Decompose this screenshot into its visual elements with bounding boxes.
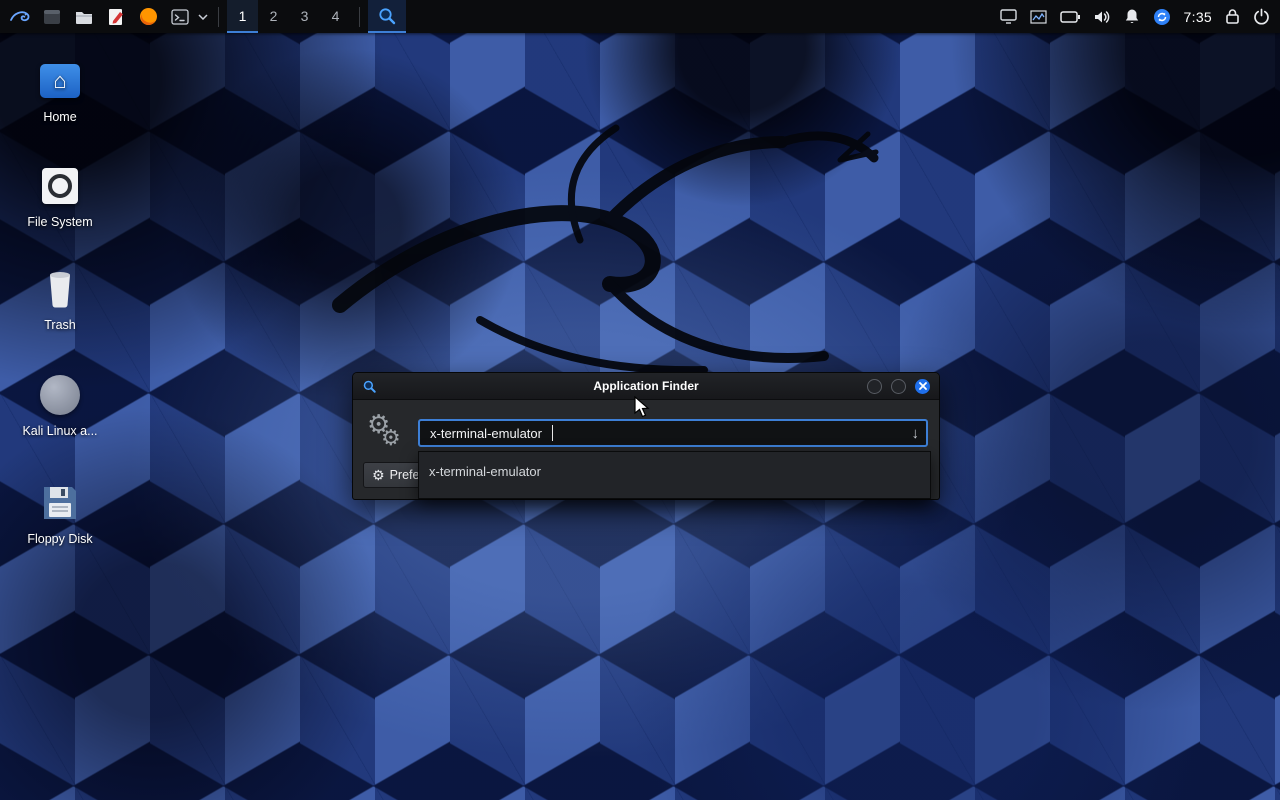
maximize-button[interactable]	[891, 379, 906, 394]
workspace-button-2[interactable]: 2	[258, 0, 289, 33]
lock-screen-icon[interactable]	[1225, 8, 1240, 25]
panel-divider	[218, 7, 219, 27]
desktop-icon-label: Kali Linux a...	[5, 424, 115, 438]
terminal-icon	[170, 7, 190, 27]
application-gears-icon: ⚙⚙	[365, 413, 413, 459]
text-editor-icon	[106, 7, 126, 27]
terminal-dropdown-caret[interactable]	[196, 0, 210, 33]
file-system-icon	[5, 163, 115, 209]
trash-icon	[5, 266, 115, 312]
notifications-bell-icon[interactable]	[1124, 8, 1140, 25]
floppy-disk-icon	[5, 480, 115, 526]
taskbar-application-finder[interactable]	[368, 0, 406, 33]
firefox-icon	[138, 6, 159, 27]
search-input[interactable]: x-terminal-emulator ↓	[418, 419, 928, 447]
workspace-label: 3	[301, 8, 309, 24]
window-icon	[42, 7, 62, 27]
kali-disc-icon	[5, 372, 115, 418]
volume-icon[interactable]	[1093, 9, 1111, 25]
desktop-icon-kali-linux[interactable]: Kali Linux a...	[5, 372, 115, 438]
desktop-icon-floppy-disk[interactable]: Floppy Disk	[5, 480, 115, 546]
panel-clock[interactable]: 7:35	[1184, 9, 1212, 25]
minimize-button[interactable]	[867, 379, 882, 394]
display-tray-icon[interactable]	[1000, 9, 1017, 24]
desktop-icon-label: Home	[5, 110, 115, 124]
kali-dragon-icon	[8, 5, 32, 29]
workspace-button-4[interactable]: 4	[320, 0, 351, 33]
search-input-value: x-terminal-emulator	[430, 426, 542, 441]
chevron-down-icon	[198, 14, 208, 20]
workspace-label: 1	[239, 8, 247, 24]
close-button[interactable]	[915, 379, 930, 394]
home-icon: ⌂	[5, 58, 115, 104]
window-title: Application Finder	[353, 379, 939, 393]
desktop-icon-trash[interactable]: Trash	[5, 266, 115, 332]
panel-left: 1 2 3 4	[0, 0, 406, 33]
titlebar[interactable]: Application Finder	[353, 373, 939, 400]
entry-dropdown-arrow[interactable]: ↓	[912, 423, 920, 445]
text-editor-launcher[interactable]	[100, 0, 132, 33]
folder-icon	[74, 7, 94, 27]
desktop-icon-file-system[interactable]: File System	[5, 163, 115, 229]
completion-popup: x-terminal-emulator	[418, 451, 931, 499]
desktop-icon-label: File System	[5, 215, 115, 229]
firefox-launcher[interactable]	[132, 0, 164, 33]
system-tray: 7:35	[1000, 0, 1280, 33]
desktop-icon-label: Trash	[5, 318, 115, 332]
terminal-launcher[interactable]	[164, 0, 196, 33]
keyboard-battery-icon[interactable]	[1060, 11, 1080, 23]
desktop-icon-label: Floppy Disk	[5, 532, 115, 546]
gear-icon: ⚙	[372, 467, 385, 484]
kali-menu-button[interactable]	[4, 0, 36, 33]
window-buttons	[867, 379, 939, 394]
workspace-button-3[interactable]: 3	[289, 0, 320, 33]
file-manager-launcher[interactable]	[68, 0, 100, 33]
top-panel: 1 2 3 4 7:35	[0, 0, 1280, 33]
application-finder-window: Application Finder ⚙⚙ x-terminal-emulato…	[352, 372, 940, 500]
application-finder-icon	[362, 379, 377, 394]
cpu-graph-tray-icon[interactable]	[1030, 10, 1047, 24]
logout-power-icon[interactable]	[1253, 8, 1270, 25]
magnifier-icon	[377, 6, 397, 26]
desktop-icon-home[interactable]: ⌂ Home	[5, 58, 115, 124]
workspace-label: 2	[270, 8, 278, 24]
text-caret	[552, 425, 553, 441]
completion-item[interactable]: x-terminal-emulator	[419, 457, 930, 487]
close-icon	[919, 382, 927, 390]
window-manager-launcher[interactable]	[36, 0, 68, 33]
workspace-button-1[interactable]: 1	[227, 0, 258, 33]
panel-divider	[359, 7, 360, 27]
workspace-label: 4	[332, 8, 340, 24]
updates-sync-icon[interactable]	[1153, 8, 1171, 26]
